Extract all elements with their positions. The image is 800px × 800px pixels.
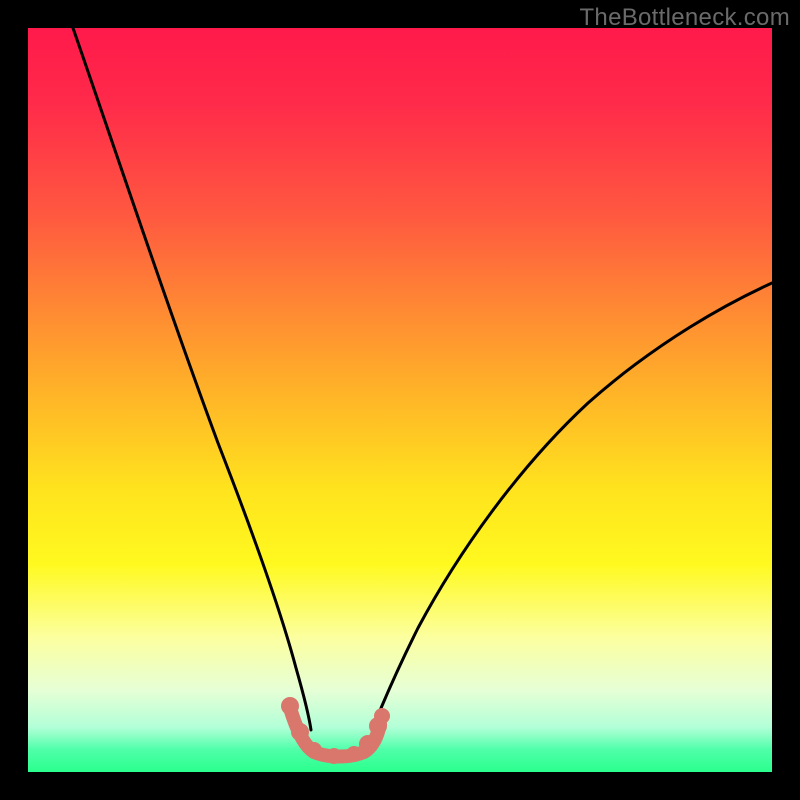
marker-dot (326, 748, 342, 764)
marker-dot (359, 735, 377, 753)
watermark-text: TheBottleneck.com (579, 4, 790, 32)
chart-plot-area (28, 28, 772, 772)
marker-dot (374, 708, 390, 724)
marker-dot (291, 723, 309, 741)
chart-svg (28, 28, 772, 772)
marker-dot (281, 697, 299, 715)
marker-dot (346, 746, 362, 762)
left-curve (73, 28, 311, 730)
right-curve (372, 283, 772, 730)
marker-dot (306, 742, 322, 758)
chart-frame: TheBottleneck.com (0, 0, 800, 800)
